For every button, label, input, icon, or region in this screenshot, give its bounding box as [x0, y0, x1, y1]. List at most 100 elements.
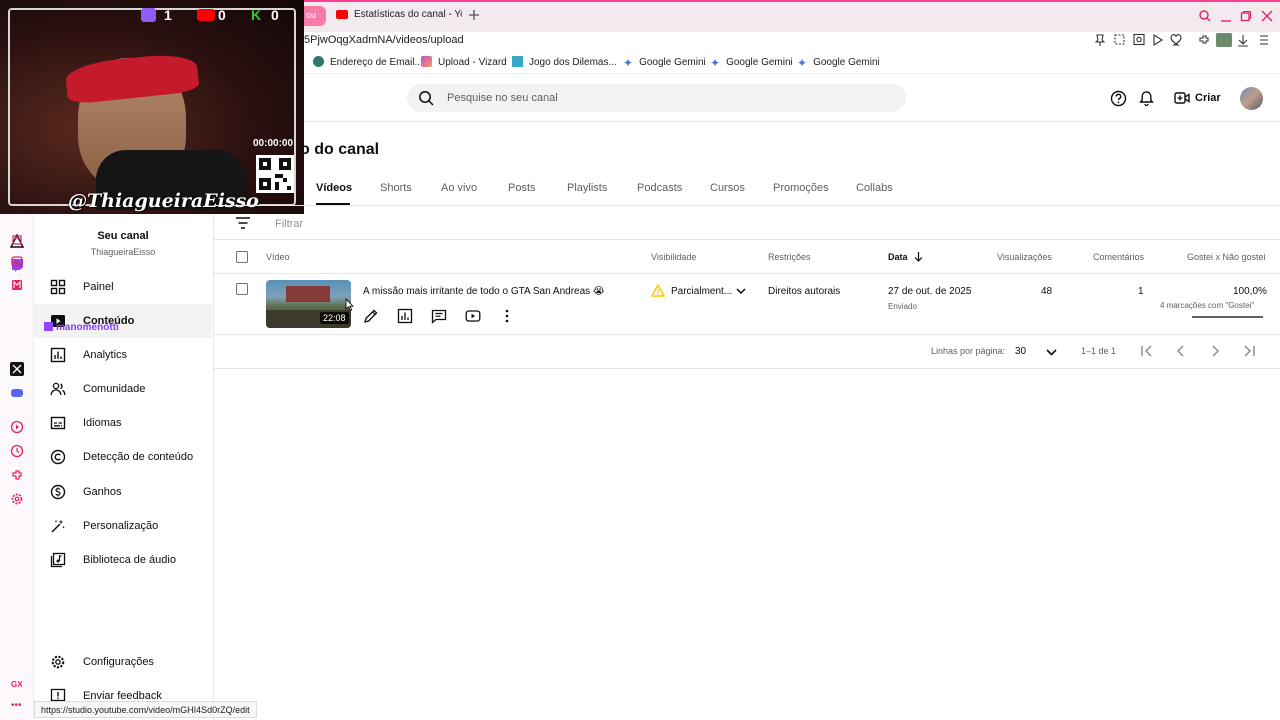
like-ratio-bar [1192, 316, 1263, 318]
first-page-icon[interactable] [1140, 344, 1154, 358]
search-tabs-icon[interactable] [1199, 10, 1211, 22]
audio-library-icon [50, 552, 66, 568]
youtube-counter: 0 [218, 7, 226, 23]
restrictions-value[interactable]: Direitos autorais [768, 286, 840, 297]
channel-name: Seu canal [97, 230, 149, 242]
gemini-icon: ✦ [797, 56, 808, 70]
chevron-down-icon [1046, 348, 1057, 356]
bookmark-4[interactable]: ✦ Google Gemini [623, 56, 706, 70]
table-row[interactable] [214, 274, 1280, 334]
new-tab-icon[interactable] [468, 9, 480, 21]
gx-icon[interactable]: GX [11, 680, 23, 689]
nav-item-deteccao[interactable]: Detecção de conteúdo [34, 440, 212, 474]
nav-item-ganhos[interactable]: Ganhos [34, 475, 212, 509]
search-icon[interactable] [418, 90, 434, 106]
tab-collabs[interactable]: Collabs [856, 182, 893, 194]
edit-details-icon[interactable] [363, 308, 379, 324]
extensions-icon[interactable] [10, 468, 24, 482]
create-button-label: Criar [1195, 92, 1221, 104]
minimize-icon[interactable] [1220, 10, 1232, 22]
puzzle-icon [512, 56, 523, 67]
visibility-status: Parcialment... [671, 286, 733, 297]
nav-item-idiomas[interactable]: Idiomas [34, 406, 212, 440]
column-header-visibility: Visibilidade [651, 252, 697, 262]
row-checkbox[interactable] [236, 283, 248, 295]
chevron-down-icon [736, 287, 746, 295]
maximize-icon[interactable] [1240, 10, 1252, 22]
bookmark-1[interactable]: Endereço de Email... [313, 56, 423, 68]
help-icon[interactable] [1110, 90, 1127, 107]
previous-page-icon[interactable] [1174, 344, 1188, 358]
nav-item-analytics[interactable]: Analytics [34, 338, 212, 372]
rows-per-page-select[interactable]: 30 [1013, 344, 1063, 360]
bookmark-3[interactable]: Jogo dos Dilemas... [512, 56, 617, 68]
bookmark-5[interactable]: ✦ Google Gemini [710, 56, 793, 70]
notifications-icon[interactable] [1138, 90, 1155, 107]
view-on-youtube-icon[interactable] [465, 308, 481, 324]
select-all-checkbox[interactable] [236, 251, 248, 263]
column-header-date[interactable]: Data [888, 252, 923, 262]
address-bar-tools [1094, 33, 1274, 47]
video-duration: 22:08 [320, 312, 349, 324]
video-analytics-icon[interactable] [397, 308, 413, 324]
sort-down-icon [914, 252, 923, 262]
next-page-icon[interactable] [1208, 344, 1222, 358]
webcam-overlay: 1 0 K 0 00:00:00 @ThiagueiraEisso [0, 0, 304, 214]
close-window-icon[interactable] [1261, 10, 1273, 22]
tab-podcasts[interactable]: Podcasts [637, 182, 682, 194]
bookmark-6[interactable]: ✦ Google Gemini [797, 56, 880, 70]
bookmark-2[interactable]: Upload - Vizard [421, 56, 507, 68]
create-button[interactable]: Criar [1166, 84, 1228, 112]
more-options-icon[interactable] [499, 308, 515, 324]
last-page-icon[interactable] [1242, 344, 1256, 358]
tab-promocoes[interactable]: Promoções [773, 182, 829, 194]
url-text[interactable]: 5PjwOqgXadmNA/videos/upload [304, 34, 464, 46]
twitch-counter: 1 [164, 7, 172, 23]
history-icon[interactable] [10, 444, 24, 458]
copyright-icon [50, 449, 66, 465]
nav-item-comunidade[interactable]: Comunidade [34, 372, 212, 406]
x-twitter-icon[interactable] [10, 362, 24, 376]
date-value: 27 de out. de 2025 [888, 286, 972, 297]
filter-bar[interactable] [214, 206, 1280, 240]
player-icon[interactable] [10, 420, 24, 434]
subtitles-icon [50, 415, 66, 431]
browser-tab-active[interactable]: Estatísticas do canal - Yo [330, 6, 462, 26]
nav-item-biblioteca-audio[interactable]: Biblioteca de áudio [34, 543, 212, 577]
nav-item-personalizacao[interactable]: Personalização [34, 509, 212, 543]
more-icon[interactable]: ••• [11, 700, 22, 711]
column-header-restrictions: Restrições [768, 252, 811, 262]
date-status: Enviado [888, 302, 917, 311]
nav-item-configuracoes[interactable]: Configurações [34, 645, 212, 679]
analytics-icon [50, 347, 66, 363]
rows-per-page-label: Linhas por página: [931, 346, 1006, 356]
video-title[interactable]: A missão mais irritante de todo o GTA Sa… [363, 286, 605, 297]
settings-icon[interactable] [10, 492, 24, 506]
qr-code [256, 155, 294, 193]
like-ratio-value: 100,0% [1233, 286, 1267, 297]
video-add-icon [1174, 91, 1190, 105]
status-bar-link: https://studio.youtube.com/video/mGHI4Sd… [34, 701, 257, 718]
tab-ao-vivo[interactable]: Ao vivo [441, 182, 477, 194]
tab-shorts[interactable]: Shorts [380, 182, 412, 194]
filter-input[interactable]: Filtrar [275, 218, 303, 230]
browser-tab-title: Estatísticas do canal - Yo [354, 9, 462, 20]
tab-posts[interactable]: Posts [508, 182, 536, 194]
visibility-dropdown[interactable]: Parcialment... [651, 284, 751, 300]
globe-icon [313, 56, 324, 67]
dashboard-icon [50, 279, 66, 295]
column-header-comments: Comentários [1093, 252, 1145, 262]
comments-icon[interactable] [431, 308, 447, 324]
search-placeholder[interactable]: Pesquise no seu canal [447, 92, 558, 104]
tab-cursos[interactable]: Cursos [710, 182, 745, 194]
stream-timer: 00:00:00 [253, 138, 294, 149]
comments-value: 1 [1138, 286, 1144, 297]
kick-counter-icon: K [251, 7, 262, 23]
tab-videos[interactable]: Vídeos [316, 182, 352, 194]
discord-icon[interactable] [10, 386, 24, 400]
account-avatar[interactable] [1240, 87, 1263, 110]
tab-playlists[interactable]: Playlists [567, 182, 607, 194]
filter-icon[interactable] [236, 217, 250, 229]
nav-item-painel[interactable]: Painel [34, 270, 212, 304]
mouse-cursor-icon [345, 298, 354, 311]
